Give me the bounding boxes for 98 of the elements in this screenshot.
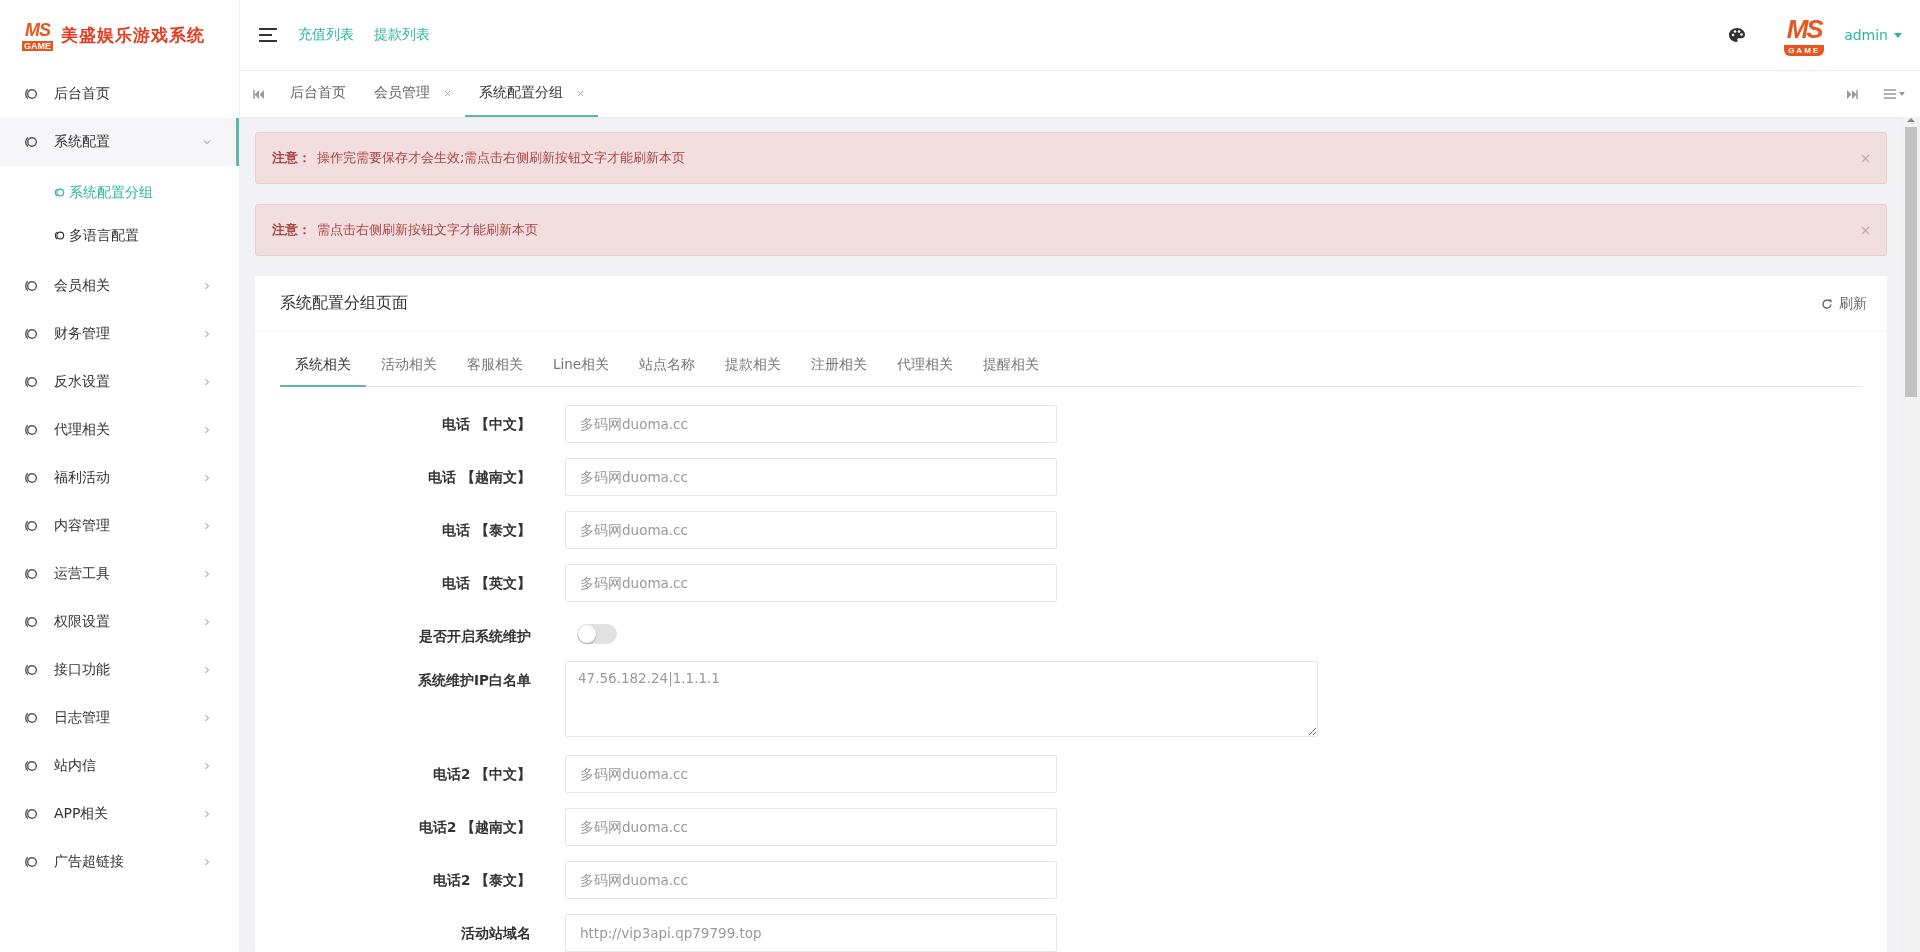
menu-item-icon: [24, 87, 38, 101]
menu-item-icon: [24, 567, 38, 581]
chevron-right-icon: [203, 570, 211, 578]
menu-item-icon: [24, 327, 38, 341]
config-tab[interactable]: 客服相关: [452, 344, 538, 387]
avatar-logo: MS GAME: [1784, 14, 1825, 56]
close-icon[interactable]: [1861, 153, 1870, 163]
sidebar-item[interactable]: 财务管理: [0, 310, 239, 358]
text-field[interactable]: 多码网duoma.cc: [565, 511, 1057, 549]
close-icon[interactable]: [444, 89, 451, 97]
page-tab[interactable]: 会员管理: [360, 71, 465, 117]
sidebar-item[interactable]: 系统配置: [0, 118, 239, 166]
menu-item-icon: [24, 855, 38, 869]
text-field[interactable]: 多码网duoma.cc: [565, 755, 1057, 793]
skip-forward-icon[interactable]: [1846, 89, 1858, 99]
menu-item-icon: [24, 519, 38, 533]
menu-item-icon: [24, 423, 38, 437]
sidebar-item[interactable]: 接口功能: [0, 646, 239, 694]
chevron-right-icon: [203, 282, 211, 290]
menu-item-icon: [24, 375, 38, 389]
config-tab[interactable]: 活动相关: [366, 344, 452, 387]
text-field[interactable]: 多码网duoma.cc: [565, 564, 1057, 602]
textarea-field[interactable]: 47.56.182.24|1.1.1.1: [565, 661, 1318, 737]
toggle-switch[interactable]: [577, 624, 617, 644]
caret-icon[interactable]: [1894, 32, 1902, 38]
chevron-right-icon: [203, 474, 211, 482]
page-tab[interactable]: 系统配置分组: [465, 71, 598, 117]
brand-title: 美盛娱乐游戏系统: [61, 23, 205, 47]
config-tab[interactable]: Line相关: [538, 344, 625, 387]
alert-message: 注意： 需点击右侧刷新按钮文字才能刷新本页: [272, 221, 539, 239]
menu-item-icon: [24, 807, 38, 821]
page-tab[interactable]: 后台首页: [276, 71, 360, 117]
menu-item-icon: [24, 279, 38, 293]
close-icon[interactable]: [577, 89, 584, 97]
refresh-button[interactable]: 刷新: [1821, 294, 1867, 313]
sidebar-item[interactable]: 运营工具: [0, 550, 239, 598]
field-label: 电话 【中文】: [442, 416, 531, 432]
sidebar-item[interactable]: 反水设置: [0, 358, 239, 406]
chevron-right-icon: [203, 810, 211, 818]
field-label: 系统维护IP白名单: [418, 672, 531, 688]
menu-item-icon: [24, 471, 38, 485]
field-label: 是否开启系统维护: [419, 628, 531, 644]
config-tab[interactable]: 代理相关: [882, 344, 969, 387]
menu-dropdown-icon[interactable]: [1884, 89, 1906, 99]
config-tab[interactable]: 提款相关: [710, 344, 797, 387]
sidebar-item[interactable]: 权限设置: [0, 598, 239, 646]
scrollbar-thumb[interactable]: [1905, 127, 1917, 397]
skip-back-icon[interactable]: [252, 89, 264, 99]
field-label: 电话 【泰文】: [442, 522, 531, 538]
sidebar-item[interactable]: 福利活动: [0, 454, 239, 502]
sidebar-subitem[interactable]: 多语言配置: [0, 214, 239, 257]
sidebar-item[interactable]: 日志管理: [0, 694, 239, 742]
chevron-right-icon: [203, 378, 211, 386]
sidebar-item[interactable]: APP相关: [0, 790, 239, 838]
field-label: 电话 【英文】: [442, 575, 531, 591]
sidebar-item[interactable]: 会员相关: [0, 262, 239, 310]
sidebar-item[interactable]: 代理相关: [0, 406, 239, 454]
field-label: 电话2 【泰文】: [432, 872, 531, 888]
menu-icon[interactable]: [258, 27, 278, 43]
config-tab[interactable]: 系统相关: [280, 344, 366, 387]
chevron-right-icon: [203, 666, 211, 674]
submenu-item-icon: [54, 230, 65, 241]
text-field[interactable]: 多码网duoma.cc: [565, 808, 1057, 846]
chevron-right-icon: [203, 618, 211, 626]
config-tab[interactable]: 注册相关: [796, 344, 883, 387]
close-icon[interactable]: [1861, 225, 1870, 235]
menu-item-icon: [24, 759, 38, 773]
chevron-right-icon: [203, 330, 211, 338]
chevron-right-icon: [203, 522, 211, 530]
sidebar-item[interactable]: 站内信: [0, 742, 239, 790]
sidebar-item[interactable]: 内容管理: [0, 502, 239, 550]
sidebar-item[interactable]: 后台首页: [0, 70, 239, 118]
chevron-right-icon: [203, 714, 211, 722]
field-label: 电话2 【中文】: [432, 766, 531, 782]
sidebar-item[interactable]: 广告超链接: [0, 838, 239, 886]
config-tab[interactable]: 提醒相关: [968, 344, 1055, 387]
field-label: 活动站域名: [461, 925, 531, 941]
submenu-item-icon: [54, 187, 65, 198]
menu-item-icon: [24, 711, 38, 725]
text-field[interactable]: 多码网duoma.cc: [565, 405, 1057, 443]
chevron-right-icon: [203, 858, 211, 866]
field-label: 电话2 【越南文】: [418, 819, 531, 835]
chevron-right-icon: [203, 426, 211, 434]
config-tab[interactable]: 站点名称: [624, 344, 711, 387]
menu-item-icon: [24, 615, 38, 629]
text-field[interactable]: 多码网duoma.cc: [565, 861, 1057, 899]
palette-icon[interactable]: [1728, 27, 1747, 43]
text-field[interactable]: 多码网duoma.cc: [565, 458, 1057, 496]
field-label: 电话 【越南文】: [428, 469, 531, 485]
menu-item-icon: [24, 135, 38, 149]
menu-item-icon: [24, 663, 38, 677]
text-field[interactable]: http://vip3api.qp79799.top: [565, 914, 1057, 952]
refresh-icon[interactable]: [1821, 297, 1833, 310]
card-title: 系统配置分组页面: [280, 293, 409, 314]
chevron-down-icon: [203, 138, 211, 146]
alert-message: 注意： 操作完需要保存才会生效;需点击右侧刷新按钮文字才能刷新本页: [272, 149, 687, 167]
brand-logo: MS GAME: [22, 19, 53, 51]
chevron-right-icon: [203, 762, 211, 770]
